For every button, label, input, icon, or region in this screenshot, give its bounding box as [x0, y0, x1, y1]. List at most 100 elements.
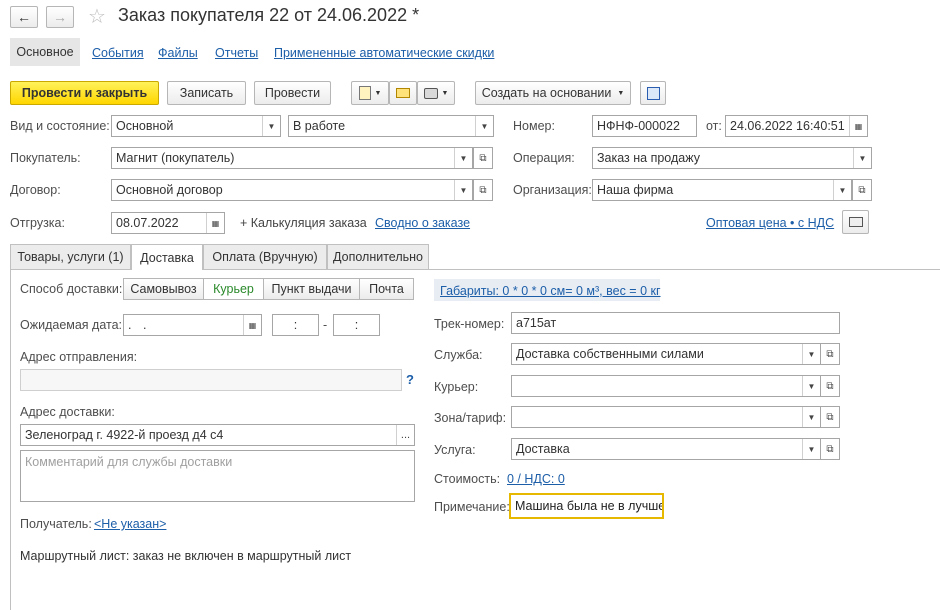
nav-tab-main[interactable]: Основное — [10, 38, 80, 66]
customer-label: Покупатель: — [10, 151, 81, 165]
chevron-down-icon: ▼ — [802, 439, 820, 459]
state-status-select[interactable]: В работе ▼ — [288, 115, 494, 137]
tab-payment[interactable]: Оплата (Вручную) — [203, 244, 327, 269]
post-and-close-button[interactable]: Провести и закрыть — [10, 81, 159, 105]
tab-additional[interactable]: Дополнительно — [327, 244, 429, 269]
calendar-icon[interactable]: ▦ — [849, 116, 867, 136]
open-zone-icon[interactable]: ⧉ — [820, 406, 840, 428]
method-pickup-point[interactable]: Пункт выдачи — [263, 278, 360, 300]
open-customer-icon[interactable]: ⧉ — [473, 147, 493, 169]
calendar-icon[interactable]: ▦ — [206, 213, 224, 233]
ellipsis-button[interactable]: ... — [396, 425, 414, 445]
dimensions-link[interactable]: Габариты: 0 * 0 * 0 см= 0 м³, вес = 0 кг — [440, 284, 661, 298]
calculation-link[interactable]: + Калькуляция заказа — [240, 216, 367, 230]
contract-select[interactable]: Основной договор ▼ — [111, 179, 473, 201]
open-courier-icon[interactable]: ⧉ — [820, 375, 840, 397]
print-docs-button[interactable]: ▼ — [351, 81, 389, 105]
courier-label: Курьер: — [434, 380, 479, 394]
time-from-field[interactable]: : — [272, 314, 319, 336]
track-field[interactable]: а715ат — [511, 312, 840, 334]
chevron-down-icon: ▼ — [833, 180, 851, 200]
structure-icon — [646, 86, 660, 100]
chevron-down-icon: ▼ — [802, 344, 820, 364]
chevron-down-icon: ▼ — [441, 89, 449, 97]
comment-placeholder: Комментарий для службы доставки — [25, 455, 233, 469]
chevron-down-icon: ▼ — [374, 89, 382, 97]
tab-goods[interactable]: Товары, услуги (1) — [10, 244, 131, 269]
card-icon — [848, 217, 863, 227]
recipient-label: Получатель: — [20, 517, 92, 531]
operation-select[interactable]: Заказ на продажу ▼ — [592, 147, 872, 169]
zone-label: Зона/тариф: — [434, 411, 507, 425]
printer-icon — [423, 87, 438, 99]
date-from-label: от: — [706, 119, 722, 133]
recipient-link[interactable]: <Не указан> — [94, 517, 166, 531]
chevron-down-icon: ▼ — [802, 407, 820, 427]
method-pickup[interactable]: Самовывоз — [123, 278, 204, 300]
time-to-field[interactable]: : — [333, 314, 380, 336]
state-label: Вид и состояние: — [10, 119, 110, 133]
customer-select[interactable]: Магнит (покупатель) ▼ — [111, 147, 473, 169]
create-based-button[interactable]: Создать на основании ▼ — [475, 81, 631, 105]
comment-textarea[interactable]: Комментарий для службы доставки — [20, 450, 415, 502]
cost-label: Стоимость: — [434, 472, 501, 486]
chevron-down-icon: ▼ — [454, 148, 472, 168]
date-field[interactable]: 24.06.2022 16:40:51 ▦ — [725, 115, 868, 137]
track-label: Трек-номер: — [434, 317, 505, 331]
save-button[interactable]: Записать — [167, 81, 246, 105]
number-field[interactable]: НФНФ-000022 — [592, 115, 697, 137]
open-contract-icon[interactable]: ⧉ — [473, 179, 493, 201]
note-label: Примечание: — [434, 500, 510, 514]
cost-link[interactable]: 0 / НДС: 0 — [507, 472, 565, 486]
contract-label: Договор: — [10, 183, 61, 197]
send-address-label: Адрес отправления: — [20, 350, 138, 364]
expected-date-label: Ожидаемая дата: — [20, 318, 123, 332]
nav-tab-reports[interactable]: Отчеты — [215, 46, 258, 60]
expected-date-field[interactable]: . . ▦ — [123, 314, 262, 336]
zone-select[interactable]: ▼ — [511, 406, 821, 428]
open-organization-icon[interactable]: ⧉ — [852, 179, 872, 201]
svc-select[interactable]: Доставка ▼ — [511, 438, 821, 460]
open-svc-icon[interactable]: ⧉ — [820, 438, 840, 460]
back-button[interactable]: ← — [10, 6, 38, 28]
operation-label: Операция: — [513, 151, 575, 165]
chevron-down-icon: ▼ — [853, 148, 871, 168]
route-sheet-text: Маршрутный лист: заказ не включен в марш… — [20, 549, 352, 563]
shipment-date-field[interactable]: 08.07.2022 ▦ — [111, 212, 225, 234]
price-type-link[interactable]: Оптовая цена • с НДС — [706, 216, 834, 230]
tab-delivery[interactable]: Доставка — [131, 244, 203, 270]
courier-select[interactable]: ▼ — [511, 375, 821, 397]
method-courier[interactable]: Курьер — [203, 278, 264, 300]
time-separator: - — [323, 318, 328, 332]
open-service-icon[interactable]: ⧉ — [820, 343, 840, 365]
order-summary-link[interactable]: Сводно о заказе — [375, 216, 470, 230]
document-gear-icon — [358, 86, 371, 100]
favorite-star-icon[interactable]: ☆ — [88, 4, 106, 29]
forward-button[interactable]: → — [46, 6, 74, 28]
send-address-field[interactable] — [20, 369, 402, 391]
organization-select[interactable]: Наша фирма ▼ — [592, 179, 852, 201]
print-button[interactable]: ▼ — [417, 81, 455, 105]
delivery-address-field[interactable]: Зеленоград г. 4922-й проезд д4 с4 ... — [20, 424, 415, 446]
note-field[interactable]: Машина была не в лучше — [509, 493, 664, 519]
method-post[interactable]: Почта — [359, 278, 414, 300]
help-icon[interactable]: ? — [406, 372, 414, 387]
structure-button[interactable] — [640, 81, 666, 105]
calendar-icon[interactable]: ▦ — [243, 315, 261, 335]
svc-label: Услуга: — [434, 443, 476, 457]
service-select[interactable]: Доставка собственными силами ▼ — [511, 343, 821, 365]
state-type-select[interactable]: Основной ▼ — [111, 115, 281, 137]
nav-tab-events[interactable]: События — [92, 46, 144, 60]
organization-label: Организация: — [513, 183, 592, 197]
chevron-down-icon: ▼ — [262, 116, 280, 136]
price-settings-button[interactable] — [842, 210, 869, 234]
email-button[interactable] — [389, 81, 417, 105]
nav-tab-discounts[interactable]: Примененные автоматические скидки — [274, 46, 494, 60]
chevron-down-icon: ▼ — [475, 116, 493, 136]
window-title: Заказ покупателя 22 от 24.06.2022 * — [118, 5, 420, 25]
delivery-address-label: Адрес доставки: — [20, 405, 115, 419]
nav-tab-files[interactable]: Файлы — [158, 46, 198, 60]
post-button[interactable]: Провести — [254, 81, 331, 105]
chevron-down-icon: ▼ — [617, 89, 625, 97]
service-label: Служба: — [434, 348, 483, 362]
